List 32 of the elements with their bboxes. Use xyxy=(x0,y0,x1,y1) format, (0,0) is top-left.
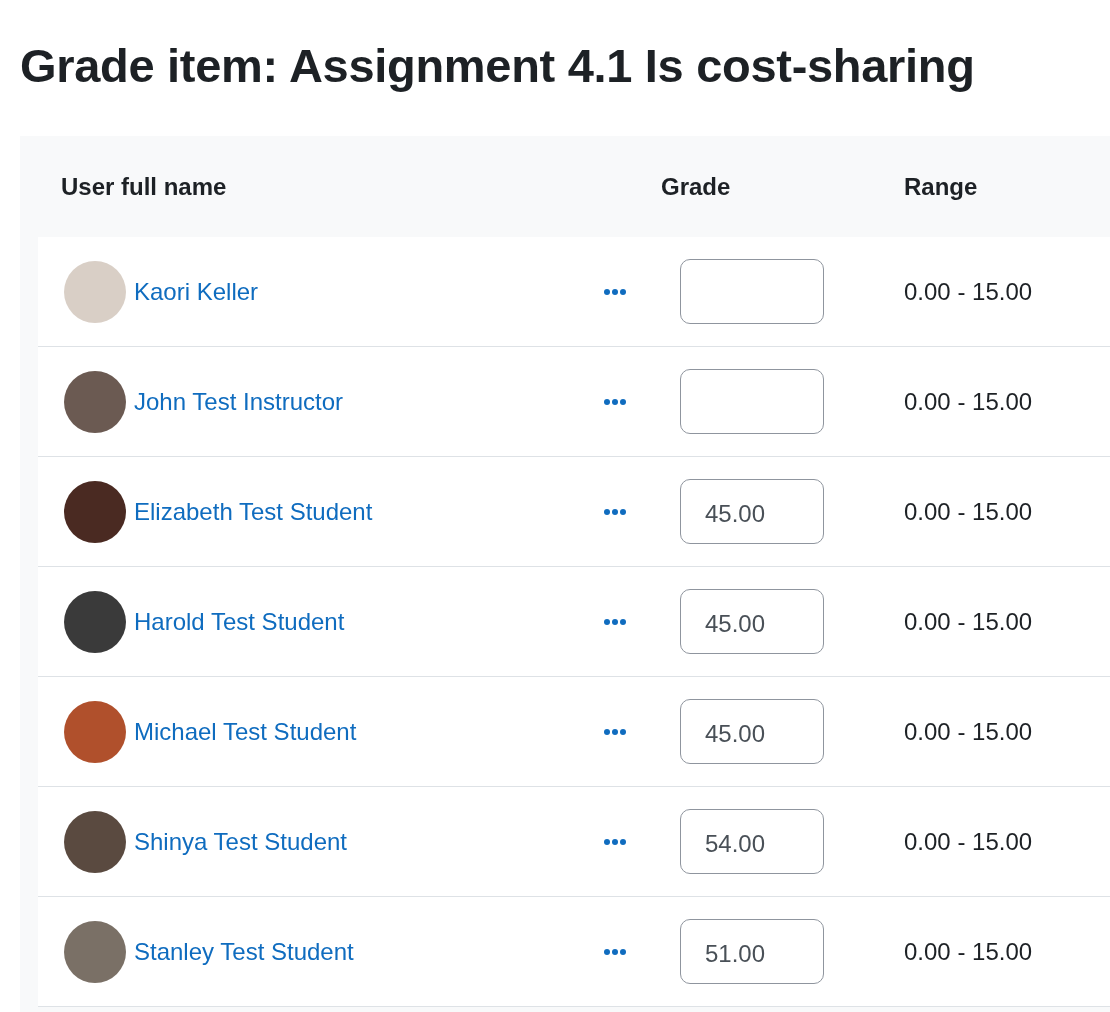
user-name-link[interactable]: Elizabeth Test Student xyxy=(134,497,373,526)
grade-input[interactable]: 45.00 xyxy=(680,699,824,764)
more-options-icon[interactable] xyxy=(603,837,627,846)
more-options-icon[interactable] xyxy=(603,507,627,516)
grade-input[interactable]: 45.00 xyxy=(680,589,824,654)
more-options-icon[interactable] xyxy=(603,947,627,956)
grade-range: 0.00 - 15.00 xyxy=(903,497,1033,525)
user-name-link[interactable]: Stanley Test Student xyxy=(134,937,354,966)
grade-range: 0.00 - 15.00 xyxy=(903,937,1033,965)
grade-input[interactable]: 51.00 xyxy=(680,919,824,984)
more-options-icon[interactable] xyxy=(603,397,627,406)
grade-input[interactable] xyxy=(680,259,824,324)
column-header: Range xyxy=(903,172,978,200)
grade-input[interactable]: 45.00 xyxy=(680,479,824,544)
grade-input[interactable]: 54.00 xyxy=(680,809,824,874)
grade-range: 0.00 - 15.00 xyxy=(903,277,1033,305)
more-options-icon[interactable] xyxy=(603,727,627,736)
user-name-link[interactable]: Shinya Test Student xyxy=(134,827,348,856)
user-name-link[interactable]: Michael Test Student xyxy=(134,717,357,746)
grade-range: 0.00 - 15.00 xyxy=(903,387,1033,415)
column-header: User full name xyxy=(60,172,227,200)
grade-range: 0.00 - 15.00 xyxy=(903,827,1033,855)
grade-range: 0.00 - 15.00 xyxy=(903,717,1033,745)
user-name-link[interactable]: Harold Test Student xyxy=(134,607,345,636)
more-options-icon[interactable] xyxy=(603,617,627,626)
user-name-link[interactable]: John Test Instructor xyxy=(134,387,343,416)
page-title: Grade item: Assignment 4.1 Is cost-sharing xyxy=(20,38,976,94)
more-options-icon[interactable] xyxy=(603,287,627,296)
grade-input[interactable] xyxy=(680,369,824,434)
user-name-link[interactable]: Kaori Keller xyxy=(134,277,259,306)
grade-range: 0.00 - 15.00 xyxy=(903,607,1033,635)
column-header: Grade xyxy=(661,172,731,200)
